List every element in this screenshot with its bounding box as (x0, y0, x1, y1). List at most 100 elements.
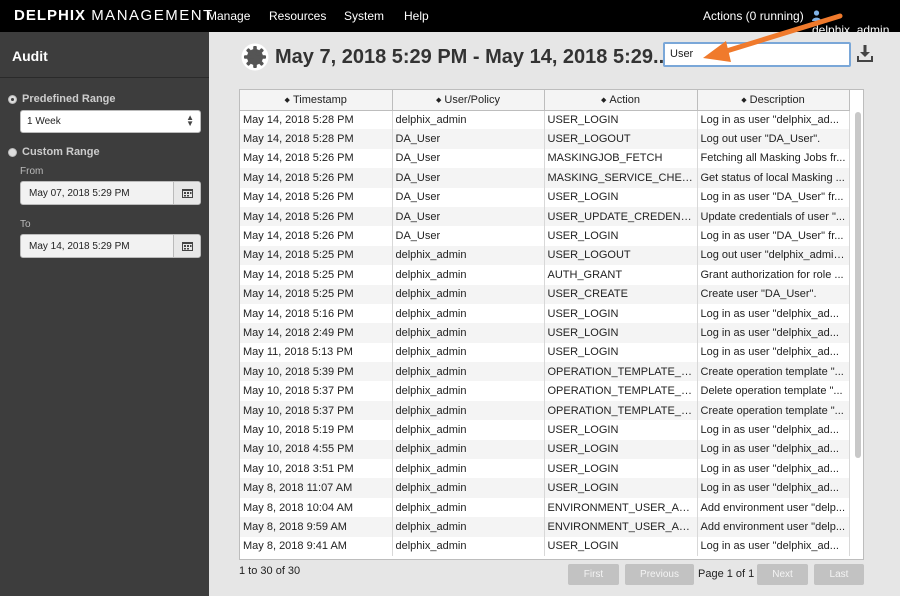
cell-user-policy: DA_User (392, 206, 545, 227)
cell-description: Log in as user "delphix_ad... (697, 459, 850, 479)
table-row[interactable]: May 14, 2018 5:26 PM DA_User USER_UPDATE_C… (240, 206, 850, 227)
cell-description: Log in as user "delphix_ad... (697, 439, 850, 460)
cell-timestamp: May 10, 2018 5:37 PM (240, 400, 393, 421)
table-row[interactable]: May 8, 2018 9:59 AM delphix_admin ENVIRONM… (240, 517, 850, 537)
cell-description: Log in as user "delphix_ad... (697, 323, 850, 343)
column-header-label: User/Policy (444, 93, 500, 106)
cell-user-policy: delphix_admin (392, 303, 545, 324)
cell-user-policy: DA_User (392, 187, 545, 207)
cell-user-policy: delphix_admin (392, 497, 545, 518)
download-icon[interactable] (857, 44, 873, 62)
column-header-description[interactable]: ◆ Description (697, 90, 850, 111)
table-row[interactable]: May 8, 2018 10:04 AM delphix_admin ENVIRON… (240, 497, 850, 518)
custom-range-label: Custom Range (22, 146, 100, 158)
cell-action: USER_LOGIN (544, 187, 698, 207)
vertical-scrollbar[interactable] (855, 112, 861, 458)
to-date-field[interactable]: May 14, 2018 5:29 PM (20, 234, 201, 258)
cell-timestamp: May 10, 2018 4:55 PM (240, 439, 393, 460)
user-icon (812, 10, 821, 21)
cell-timestamp: May 14, 2018 5:26 PM (240, 168, 393, 188)
calendar-icon[interactable] (173, 235, 200, 257)
cell-action: USER_LOGIN (544, 536, 698, 556)
table-row[interactable]: May 14, 2018 5:25 PM delphix_admin USER_CR… (240, 284, 850, 304)
result-count: 1 to 30 of 30 (239, 565, 301, 577)
predefined-range-select[interactable]: 1 Week ▲ ▼ (20, 110, 201, 133)
search-input[interactable]: User (663, 42, 851, 67)
cell-description: Create user "DA_User". (697, 284, 850, 304)
cell-user-policy: delphix_admin (392, 381, 545, 401)
to-label: To (20, 219, 31, 230)
first-page-button[interactable]: First (568, 564, 619, 585)
table-row[interactable]: May 14, 2018 5:28 PM delphix_admin USER_LO… (240, 110, 850, 130)
cell-user-policy: delphix_admin (392, 323, 545, 343)
cell-user-policy: delphix_admin (392, 536, 545, 556)
sort-icon: ◆ (284, 96, 290, 104)
table-row[interactable]: May 10, 2018 5:37 PM delphix_admin OPERATI… (240, 381, 850, 401)
cell-timestamp: May 14, 2018 5:16 PM (240, 303, 393, 324)
custom-range-radio[interactable]: Custom Range (8, 146, 100, 158)
actions-menu[interactable]: Actions (0 running) (703, 9, 804, 23)
cell-description: Create operation template "... (697, 362, 850, 382)
cell-description: Add environment user "delp... (697, 517, 850, 537)
predefined-range-radio[interactable]: Predefined Range (8, 93, 116, 105)
column-header-timestamp[interactable]: ◆ Timestamp (240, 90, 393, 111)
table-row[interactable]: May 14, 2018 5:25 PM delphix_admin USER_LO… (240, 245, 850, 266)
cell-action: USER_LOGIN (544, 226, 698, 246)
table-row[interactable]: May 10, 2018 4:55 PM delphix_admin USER_LO… (240, 439, 850, 460)
table-row[interactable]: May 14, 2018 5:26 PM DA_User USER_LOGIN Log… (240, 226, 850, 246)
from-date-field[interactable]: May 07, 2018 5:29 PM (20, 181, 201, 205)
table-row[interactable]: May 14, 2018 5:26 PM DA_User MASKINGJOB_FE… (240, 148, 850, 169)
from-date-value: May 07, 2018 5:29 PM (29, 188, 130, 199)
table-row[interactable]: May 8, 2018 9:41 AM delphix_admin USER_LOG… (240, 536, 850, 556)
cell-description: Create operation template "... (697, 400, 850, 421)
table-row[interactable]: May 14, 2018 2:49 PM delphix_admin USER_LO… (240, 323, 850, 343)
brand-bold: DELPHIX (14, 7, 87, 24)
cell-action: USER_LOGIN (544, 439, 698, 460)
cell-description: Log in as user "delphix_ad... (697, 420, 850, 440)
table-row[interactable]: May 8, 2018 11:07 AM delphix_admin USER_LO… (240, 478, 850, 498)
cell-timestamp: May 11, 2018 5:13 PM (240, 342, 393, 363)
cell-action: ENVIRONMENT_USER_ADD (544, 497, 698, 518)
table-row[interactable]: May 14, 2018 5:16 PM delphix_admin USER_LO… (240, 303, 850, 324)
calendar-icon[interactable] (173, 182, 200, 204)
column-header-user-policy[interactable]: ◆ User/Policy (392, 90, 545, 111)
cell-timestamp: May 8, 2018 11:07 AM (240, 478, 393, 498)
table-row[interactable]: May 10, 2018 5:39 PM delphix_admin OPERATI… (240, 362, 850, 382)
cell-user-policy: delphix_admin (392, 478, 545, 498)
table-row[interactable]: May 14, 2018 5:26 PM DA_User MASKING_SERVI… (240, 168, 850, 188)
cell-user-policy: delphix_admin (392, 265, 545, 285)
sort-icon: ◆ (741, 96, 747, 104)
brand-logo[interactable]: DELPHIX MANAGEMENT (14, 7, 214, 24)
cell-description: Log in as user "delphix_ad... (697, 110, 850, 130)
cell-description: Log in as user "delphix_ad... (697, 303, 850, 324)
cell-timestamp: May 14, 2018 5:28 PM (240, 110, 393, 130)
cell-timestamp: May 10, 2018 5:39 PM (240, 362, 393, 382)
previous-page-button[interactable]: Previous (625, 564, 694, 585)
from-label: From (20, 166, 44, 177)
last-page-button[interactable]: Last (814, 564, 864, 585)
cell-description: Fetching all Masking Jobs fr... (697, 148, 850, 169)
next-page-button[interactable]: Next (757, 564, 808, 585)
predefined-range-label: Predefined Range (22, 93, 116, 105)
table-body: May 14, 2018 5:28 PM delphix_admin USER_LO… (240, 110, 850, 556)
cell-action: USER_LOGIN (544, 459, 698, 479)
radio-unchecked-icon (8, 147, 17, 157)
cell-description: Log in as user "DA_User" fr... (697, 187, 850, 207)
nav-resources[interactable]: Resources (269, 9, 326, 23)
sidebar-title: Audit (12, 48, 48, 64)
top-nav-bar: DELPHIX MANAGEMENT Manage Resources Syst… (0, 0, 900, 37)
nav-help[interactable]: Help (404, 9, 429, 23)
cell-action: USER_LOGOUT (544, 129, 698, 149)
table-row[interactable]: May 11, 2018 5:13 PM delphix_admin USER_LO… (240, 342, 850, 363)
table-row[interactable]: May 10, 2018 5:37 PM delphix_admin OPERATI… (240, 400, 850, 421)
column-header-action[interactable]: ◆ Action (544, 90, 698, 111)
table-row[interactable]: May 10, 2018 5:19 PM delphix_admin USER_LO… (240, 420, 850, 440)
table-row[interactable]: May 14, 2018 5:28 PM DA_User USER_LOGOUT Lo… (240, 129, 850, 149)
table-row[interactable]: May 10, 2018 3:51 PM delphix_admin USER_LO… (240, 459, 850, 479)
cell-user-policy: delphix_admin (392, 362, 545, 382)
cell-timestamp: May 14, 2018 2:49 PM (240, 323, 393, 343)
nav-system[interactable]: System (344, 9, 384, 23)
table-row[interactable]: May 14, 2018 5:25 PM delphix_admin AUTH_GR… (240, 265, 850, 285)
nav-manage[interactable]: Manage (207, 9, 250, 23)
table-row[interactable]: May 14, 2018 5:26 PM DA_User USER_LOGIN Log… (240, 187, 850, 207)
